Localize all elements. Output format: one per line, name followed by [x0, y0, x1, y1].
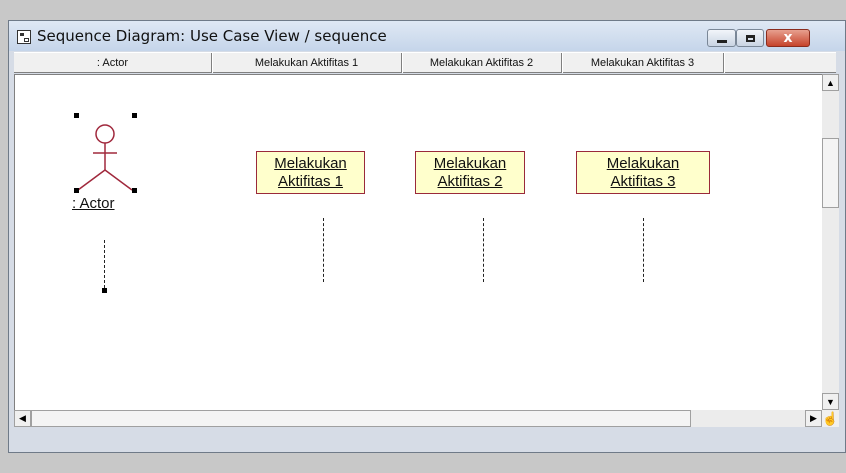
maximize-icon	[745, 34, 755, 42]
selection-handle-top-left[interactable]	[74, 113, 79, 118]
vertical-scrollbar[interactable]: ▲ ▼	[822, 74, 839, 410]
horizontal-scrollbar[interactable]: ◀ ▶	[14, 410, 822, 427]
object-name-line1: Melakukan	[606, 154, 680, 172]
scroll-up-icon: ▲	[826, 77, 835, 88]
scroll-up-button[interactable]: ▲	[822, 74, 839, 91]
object-name-line1: Melakukan	[274, 154, 347, 172]
title-bar[interactable]: Sequence Diagram: Use Case View / sequen…	[9, 21, 845, 51]
scroll-left-icon: ◀	[19, 413, 26, 423]
close-button[interactable]: x	[766, 29, 810, 47]
lifeline-aktifitas-3[interactable]	[643, 218, 644, 282]
actor-figure[interactable]	[74, 114, 136, 196]
pan-hand-button[interactable]: ☝	[822, 410, 839, 427]
horizontal-scroll-thumb[interactable]	[31, 410, 691, 427]
actor-label[interactable]: : Actor	[72, 195, 115, 212]
scroll-right-icon: ▶	[810, 413, 817, 423]
close-icon: x	[783, 30, 793, 46]
header-col-actor[interactable]: : Actor	[14, 53, 212, 73]
object-name-line1: Melakukan	[433, 154, 507, 172]
diagram-app-icon	[17, 30, 31, 44]
selection-handle-bottom-right[interactable]	[132, 188, 137, 193]
window-title: Sequence Diagram: Use Case View / sequen…	[37, 27, 387, 45]
actor-right-leg	[104, 169, 133, 191]
selection-handle-top-right[interactable]	[132, 113, 137, 118]
selection-handle-bottom-left[interactable]	[74, 188, 79, 193]
object-box-aktifitas-2[interactable]: Melakukan Aktifitas 2	[415, 151, 525, 194]
header-col-aktifitas-1[interactable]: Melakukan Aktifitas 1	[212, 53, 402, 73]
object-name-line2: Aktifitas 1	[277, 172, 344, 190]
object-box-aktifitas-1[interactable]: Melakukan Aktifitas 1	[256, 151, 365, 194]
vertical-scroll-thumb[interactable]	[822, 138, 839, 208]
header-col-aktifitas-2[interactable]: Melakukan Aktifitas 2	[402, 53, 562, 73]
header-col-aktifitas-3[interactable]: Melakukan Aktifitas 3	[562, 53, 724, 73]
object-name-line2: Aktifitas 2	[437, 172, 503, 190]
actor-lifeline[interactable]	[104, 240, 105, 288]
minimize-icon	[716, 39, 727, 43]
scroll-down-icon: ▼	[826, 396, 835, 407]
scroll-left-button[interactable]: ◀	[14, 410, 31, 427]
maximize-button[interactable]	[736, 29, 764, 47]
lifeline-header-bar: : Actor Melakukan Aktifitas 1 Melakukan …	[14, 52, 836, 73]
scroll-right-button[interactable]: ▶	[805, 410, 822, 427]
object-box-aktifitas-3[interactable]: Melakukan Aktifitas 3	[576, 151, 710, 194]
object-name-line2: Aktifitas 3	[610, 172, 676, 190]
lifeline-aktifitas-1[interactable]	[323, 218, 324, 282]
sequence-diagram-window: Sequence Diagram: Use Case View / sequen…	[8, 20, 846, 453]
lifeline-end-handle[interactable]	[102, 288, 107, 293]
actor-head	[95, 124, 115, 144]
actor-left-leg	[77, 169, 106, 191]
lifeline-aktifitas-2[interactable]	[483, 218, 484, 282]
minimize-button[interactable]	[707, 29, 736, 47]
hand-icon: ☝	[822, 410, 839, 426]
scroll-down-button[interactable]: ▼	[822, 393, 839, 410]
